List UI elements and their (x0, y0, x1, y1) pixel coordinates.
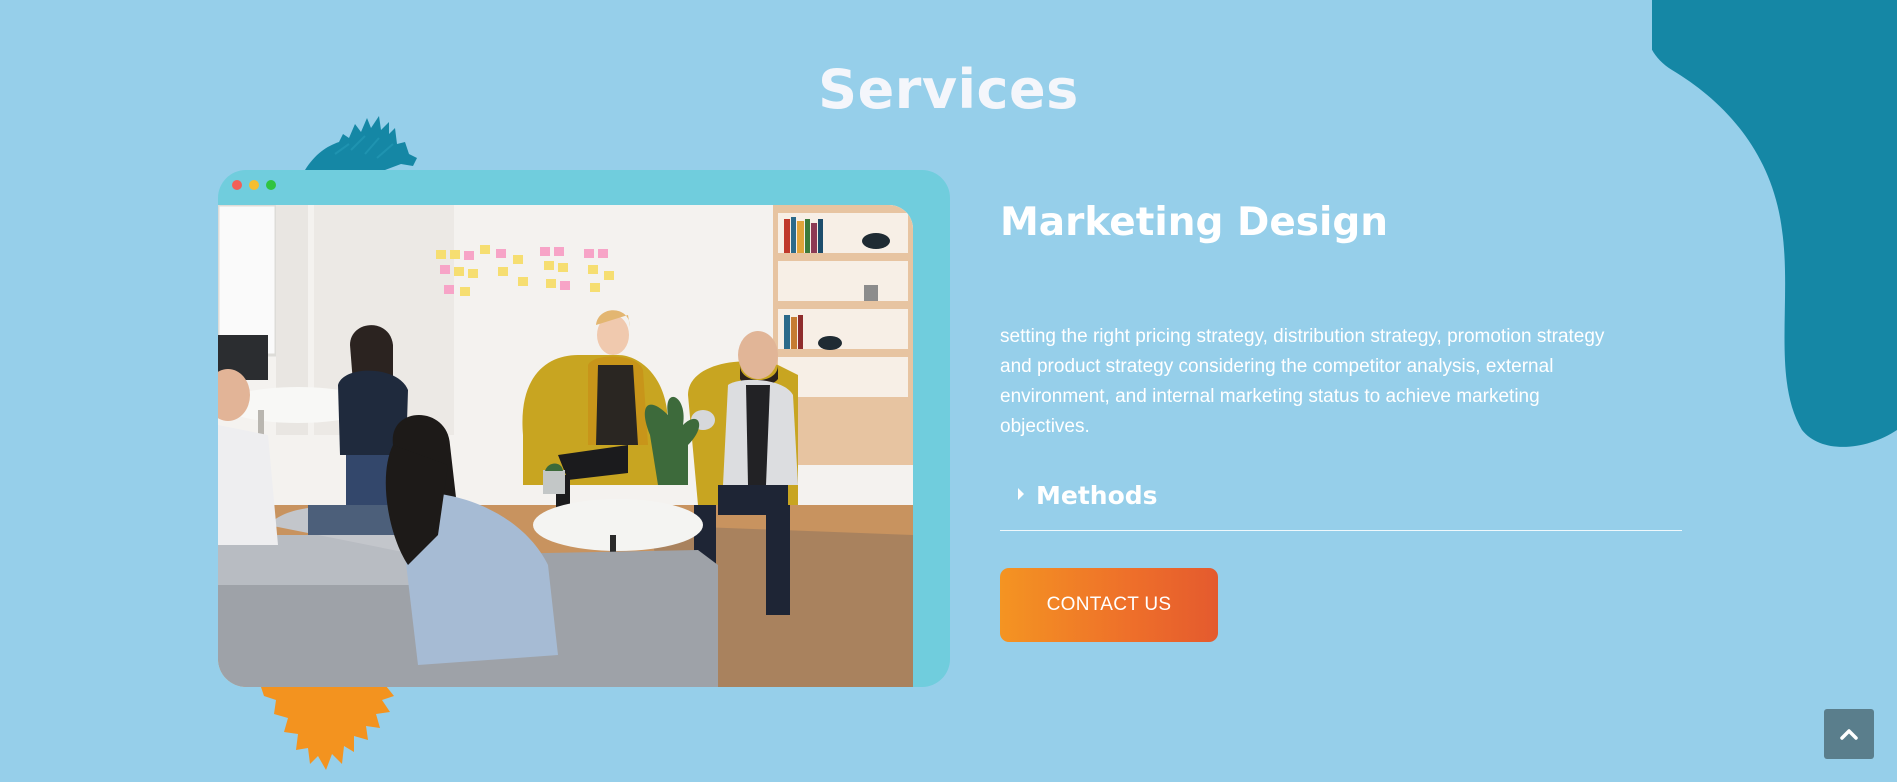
chevron-up-icon (1840, 729, 1858, 740)
team-meeting-photo (218, 205, 913, 687)
methods-accordion[interactable]: Methods (1000, 474, 1682, 531)
caret-right-icon (1018, 488, 1024, 500)
brush-stroke-decoration (258, 678, 394, 770)
maximize-dot-icon (266, 180, 276, 190)
service-content: Marketing Design setting the right prici… (1000, 200, 1682, 642)
accordion-label: Methods (1036, 481, 1158, 510)
service-description: setting the right pricing strategy, dist… (1000, 326, 1605, 437)
minimize-dot-icon (249, 180, 259, 190)
scroll-to-top-button[interactable] (1824, 709, 1874, 759)
section-title: Services (818, 58, 1079, 121)
team-meeting-illustration (218, 205, 913, 687)
brush-stroke-decoration (305, 116, 417, 170)
service-title: Marketing Design (1000, 200, 1389, 245)
image-window-frame (218, 170, 950, 687)
window-dots (232, 180, 276, 190)
close-dot-icon (232, 180, 242, 190)
contact-us-button[interactable]: CONTACT US (1000, 568, 1218, 642)
